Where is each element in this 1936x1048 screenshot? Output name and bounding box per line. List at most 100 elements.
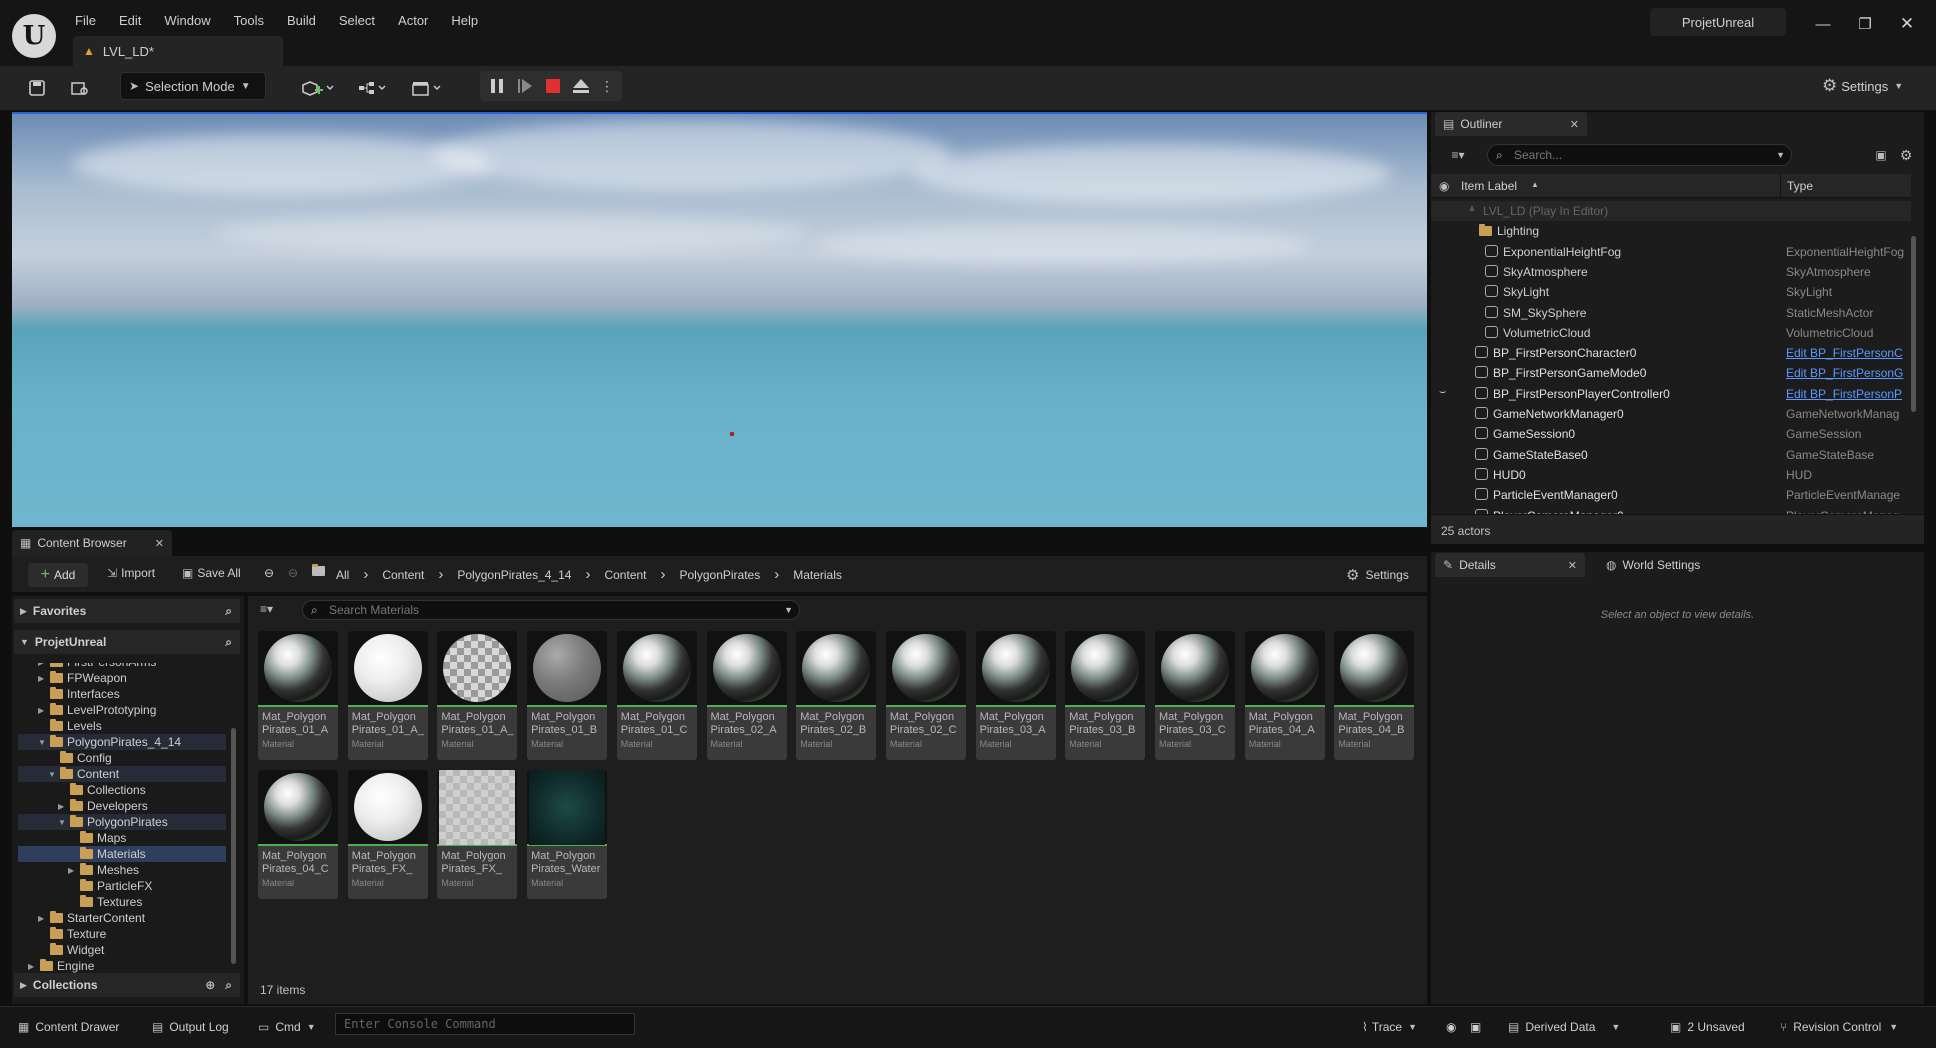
breadcrumb-separator-icon[interactable]: › — [661, 566, 666, 583]
trace-dropdown[interactable]: ⌇ Trace ▼ — [1362, 1015, 1417, 1039]
chevron-right-icon[interactable]: ▶ — [68, 866, 80, 875]
close-tab-icon[interactable]: ✕ — [155, 537, 164, 550]
tree-folder-content[interactable]: ▼ Content — [18, 766, 226, 782]
asset-tile[interactable]: Mat_Polygon Pirates_03_B Material — [1065, 631, 1146, 760]
asset-tile[interactable]: Mat_Polygon Pirates_04_B Material — [1334, 631, 1415, 760]
tree-folder-developers[interactable]: ▶ Developers — [18, 798, 226, 814]
minimize-icon[interactable]: — — [1808, 12, 1838, 36]
asset-tile[interactable]: Mat_Polygon Pirates_01_A_ Material — [437, 631, 518, 760]
level-tab[interactable]: ▲ LVL_LD* — [73, 36, 283, 66]
save-all-button[interactable]: ▣ Save All — [182, 566, 241, 580]
chevron-down-icon[interactable]: ▼ — [38, 738, 50, 747]
asset-tile[interactable]: Mat_Polygon Pirates_FX_ Material — [347, 770, 428, 899]
asset-tile[interactable]: Mat_Polygon Pirates_02_C Material — [885, 631, 966, 760]
asset-tile[interactable]: Mat_Polygon Pirates_01_A Material — [258, 631, 338, 760]
add-button[interactable]: + Add — [28, 563, 88, 587]
column-item-label[interactable]: Item Label — [1461, 179, 1517, 193]
outliner-row[interactable]: SkyAtmosphere SkyAtmosphere — [1431, 262, 1911, 282]
breadcrumb-item[interactable]: All — [336, 568, 349, 582]
cinematics-icon[interactable] — [404, 75, 450, 101]
asset-tile[interactable]: Mat_Polygon Pirates_FX_ Material — [437, 770, 518, 899]
asset-tile[interactable]: Mat_Polygon Pirates_04_A Material — [1244, 631, 1325, 760]
pause-icon[interactable] — [488, 76, 506, 96]
asset-tile[interactable]: Mat_Polygon Pirates_02_B Material — [796, 631, 877, 760]
outliner-row[interactable]: SM_SkySphere StaticMeshActor — [1431, 303, 1911, 323]
asset-tile[interactable]: Mat_Polygon Pirates_03_A Material — [975, 631, 1056, 760]
edit-blueprint-link[interactable]: Edit BP_FirstPersonC — [1786, 346, 1906, 360]
asset-tile[interactable]: Mat_Polygon Pirates_01_C Material — [616, 631, 697, 760]
details-tab[interactable]: ✎ Details ✕ — [1435, 553, 1585, 577]
stop-icon[interactable] — [544, 76, 562, 96]
tree-folder-levelprototyping[interactable]: ▶ LevelPrototyping — [18, 702, 226, 718]
outliner-settings-icon[interactable]: ⚙ — [1897, 146, 1915, 164]
outliner-row[interactable]: GameStateBase0 GameStateBase — [1431, 445, 1911, 465]
tree-folder-interfaces[interactable]: Interfaces — [18, 686, 226, 702]
asset-tile[interactable]: Mat_Polygon Pirates_01_A_ Material — [347, 631, 428, 760]
outliner-row[interactable]: GameNetworkManager0 GameNetworkManag — [1431, 404, 1911, 424]
tree-folder-widget[interactable]: Widget — [18, 942, 226, 958]
level-viewport[interactable] — [12, 112, 1427, 527]
collections-section[interactable]: ▶ Collections ⊕ ⌕ — [14, 973, 240, 997]
cmd-dropdown[interactable]: ▭ Cmd ▼ — [258, 1015, 316, 1039]
filter-icon[interactable]: ≡▾ — [1441, 146, 1475, 164]
outliner-row[interactable]: GameSession0 GameSession — [1431, 424, 1911, 444]
breadcrumb-item[interactable]: PolygonPirates_4_14 — [457, 568, 571, 582]
outliner-row[interactable]: VolumetricCloud VolumetricCloud — [1431, 323, 1911, 343]
screenshot-icon[interactable]: ▣ — [1470, 1015, 1481, 1039]
outliner-row[interactable]: ParticleEventManager0 ParticleEventManage — [1431, 485, 1911, 505]
outliner-row[interactable]: HUD0 HUD — [1431, 465, 1911, 485]
selection-mode-dropdown[interactable]: ➤ Selection Mode ▼ — [120, 72, 266, 100]
outliner-row[interactable]: SkyLight SkyLight — [1431, 282, 1911, 302]
output-log-button[interactable]: ▤ Output Log — [152, 1015, 229, 1039]
toolbar-settings-button[interactable]: ⚙ Settings ▼ — [1822, 74, 1903, 98]
restore-icon[interactable]: ❐ — [1850, 12, 1880, 36]
outliner-row[interactable]: ▲ LVL_LD (Play In Editor) — [1431, 201, 1911, 221]
breadcrumb-separator-icon[interactable]: › — [363, 566, 368, 583]
add-collection-icon[interactable]: ⊕ — [205, 978, 215, 992]
chevron-right-icon[interactable]: ▶ — [28, 962, 40, 971]
menu-item-help[interactable]: Help — [451, 13, 478, 28]
edit-blueprint-link[interactable]: Edit BP_FirstPersonG — [1786, 366, 1906, 380]
revision-control-dropdown[interactable]: ⑂ Revision Control ▼ — [1780, 1015, 1898, 1039]
chevron-down-icon[interactable]: ▼ — [48, 770, 60, 779]
menu-item-file[interactable]: File — [75, 13, 96, 28]
asset-tile[interactable]: Mat_Polygon Pirates_03_C Material — [1155, 631, 1235, 760]
outliner-row[interactable]: BP_FirstPersonGameMode0 Edit BP_FirstPers… — [1431, 363, 1911, 383]
menu-item-build[interactable]: Build — [287, 13, 316, 28]
chevron-right-icon[interactable]: ▶ — [58, 802, 70, 811]
play-options-icon[interactable]: ⋮ — [600, 76, 614, 96]
derived-data-dropdown[interactable]: ▤ Derived Data ▼ — [1508, 1015, 1620, 1039]
outliner-scrollbar[interactable] — [1911, 236, 1916, 412]
outliner-search-input[interactable]: ⌕ Search... ▼ — [1487, 144, 1792, 166]
outliner-row[interactable]: BP_FirstPersonPlayerController0 Edit BP_F… — [1431, 384, 1911, 404]
project-section[interactable]: ▼ ProjetUnreal ⌕ — [14, 630, 240, 654]
favorites-section[interactable]: ▶ Favorites ⌕ — [14, 599, 240, 623]
hidden-eye-icon[interactable]: ⌣ — [1439, 386, 1446, 399]
breadcrumb-separator-icon[interactable]: › — [774, 566, 779, 583]
search-icon[interactable]: ⌕ — [225, 978, 232, 993]
content-browser-settings-button[interactable]: ⚙ Settings — [1346, 566, 1409, 584]
blueprint-menu-icon[interactable] — [350, 75, 396, 101]
visibility-eye-icon[interactable]: ◉ — [1439, 179, 1449, 193]
menu-item-actor[interactable]: Actor — [398, 13, 428, 28]
tree-folder-levels[interactable]: Levels — [18, 718, 226, 734]
import-button[interactable]: ⇲ Import — [107, 566, 155, 580]
forward-icon[interactable]: ⊖ — [288, 566, 298, 580]
chevron-right-icon[interactable]: ▶ — [38, 706, 50, 715]
column-type[interactable]: Type — [1787, 179, 1813, 193]
breadcrumb-separator-icon[interactable]: › — [585, 566, 590, 583]
tree-folder-textures[interactable]: Textures — [18, 894, 226, 910]
tree-folder-config[interactable]: Config — [18, 750, 226, 766]
add-actor-icon[interactable] — [294, 75, 340, 101]
content-drawer-button[interactable]: ▦ Content Drawer — [18, 1015, 119, 1039]
new-folder-icon[interactable]: ▣ — [1872, 146, 1890, 164]
eject-icon[interactable] — [571, 76, 591, 96]
tree-folder-maps[interactable]: Maps — [18, 830, 226, 846]
breadcrumb-item[interactable]: PolygonPirates — [680, 568, 761, 582]
tree-folder-engine[interactable]: ▶ Engine — [18, 958, 226, 974]
back-icon[interactable]: ⊖ — [264, 566, 274, 580]
save-icon[interactable] — [22, 75, 52, 101]
breadcrumb-item[interactable]: Materials — [793, 568, 842, 582]
asset-tile[interactable]: Mat_Polygon Pirates_Water Material — [527, 770, 608, 899]
outliner-row[interactable]: ExponentialHeightFog ExponentialHeightFog — [1431, 242, 1911, 262]
